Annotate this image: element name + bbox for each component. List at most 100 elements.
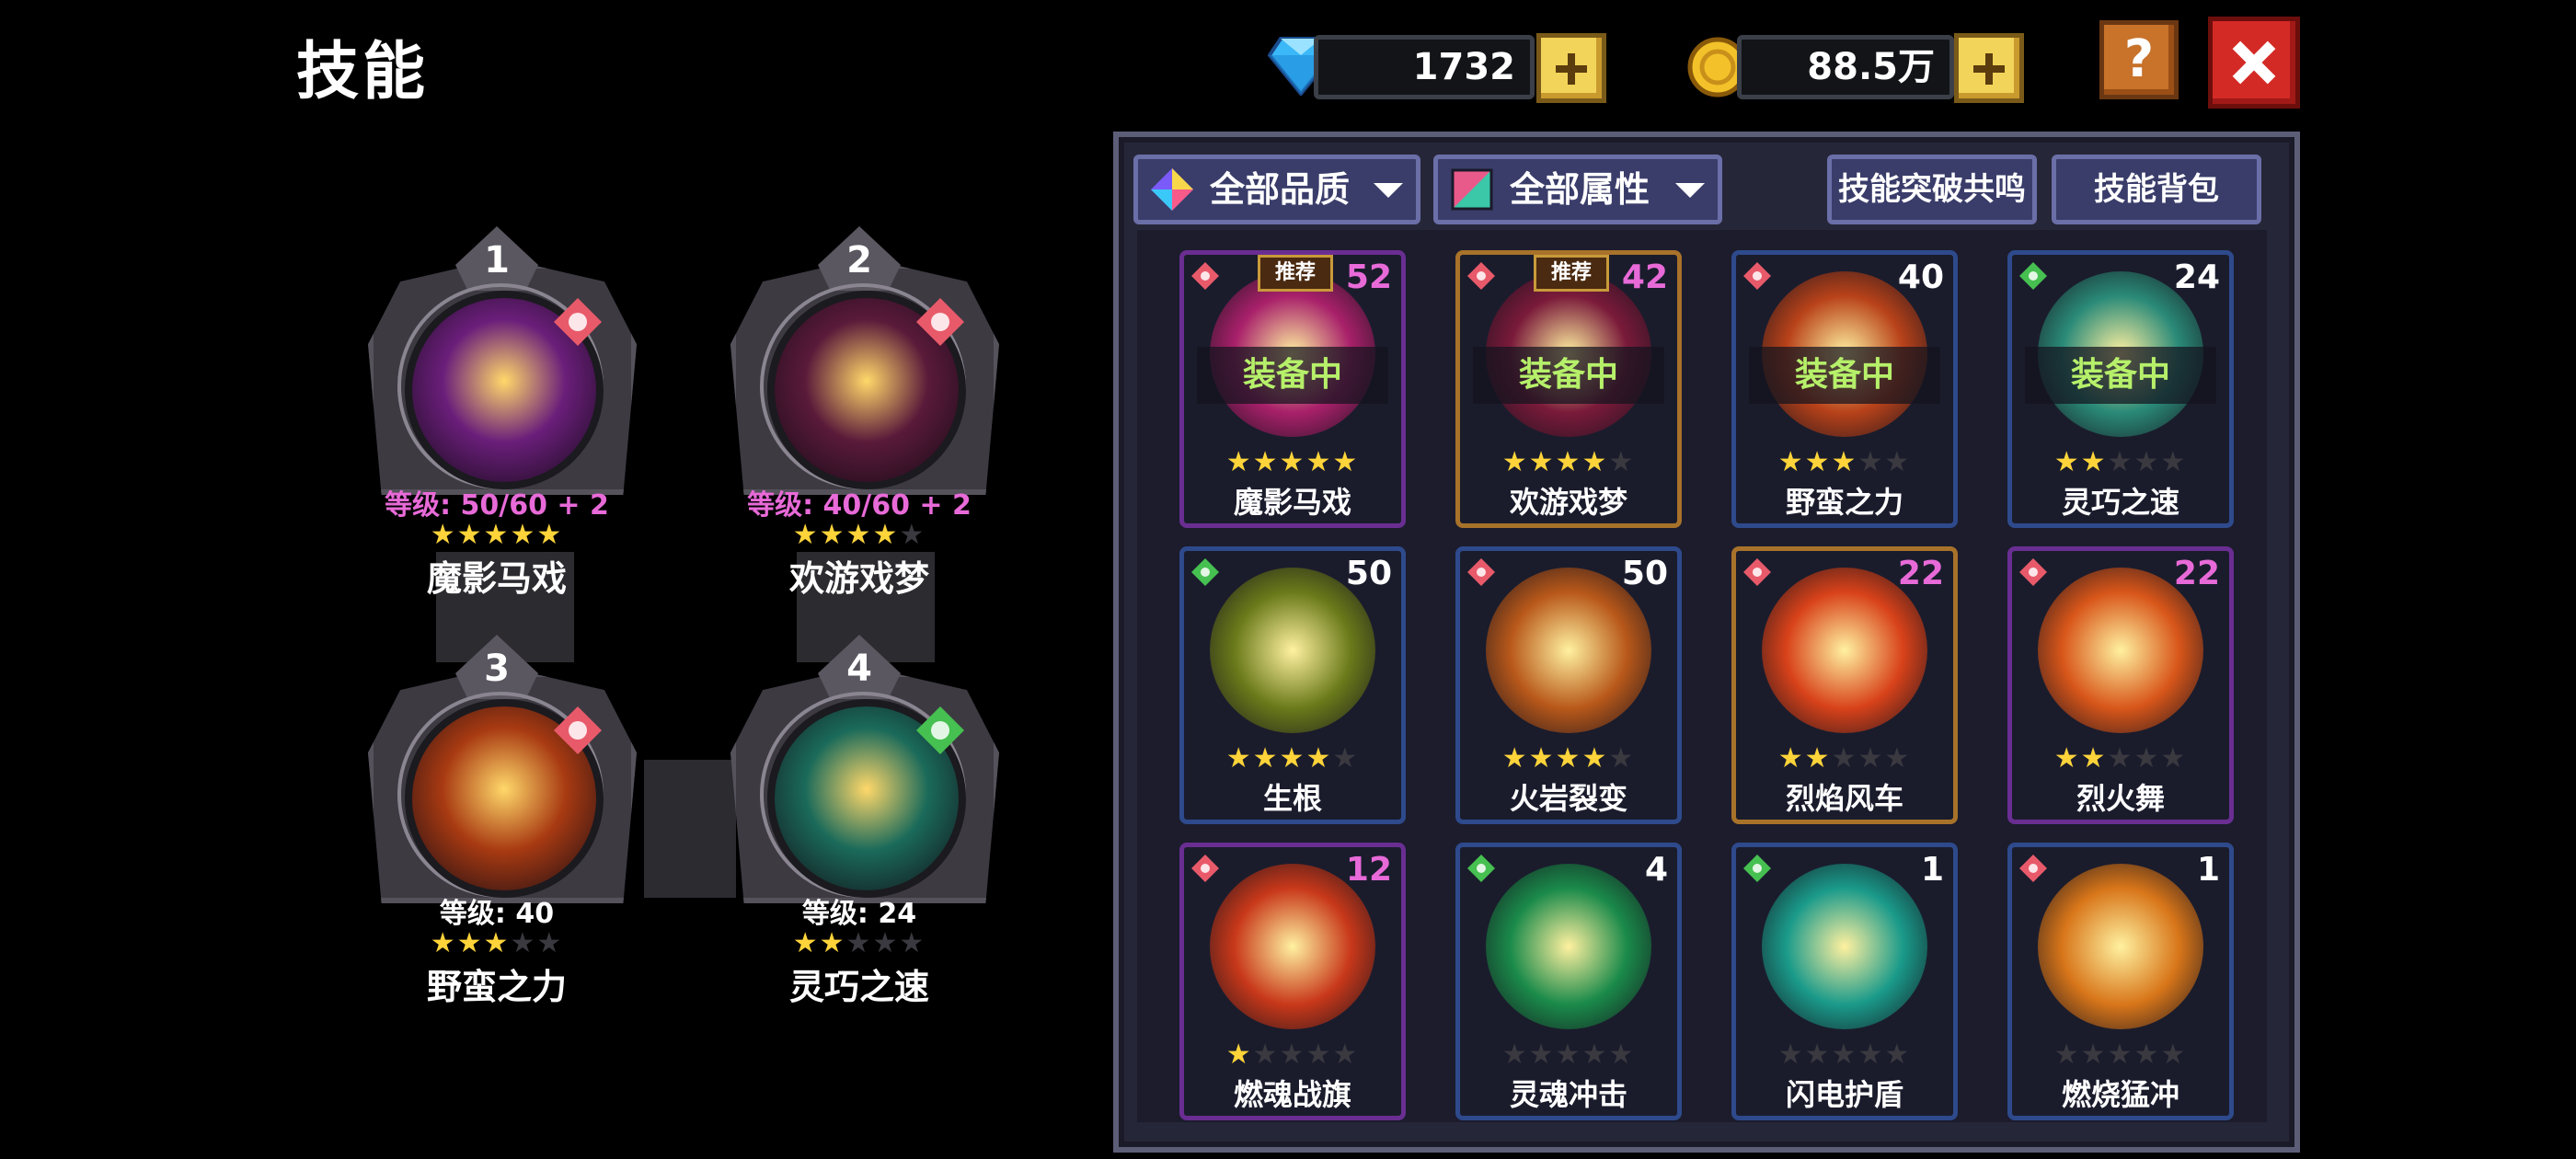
star-filled-icon: ★ (510, 519, 537, 551)
star-empty-icon: ★ (1555, 1039, 1582, 1071)
skill-level: 等级: 40 (439, 898, 555, 930)
star-empty-icon: ★ (1608, 446, 1636, 478)
star-filled-icon: ★ (792, 519, 820, 551)
star-filled-icon: ★ (456, 927, 484, 959)
fire-element-icon (1191, 262, 1219, 290)
close-button[interactable] (2208, 17, 2300, 109)
color-swatch-icon (1451, 168, 1493, 211)
skill-art-icon (2038, 864, 2203, 1029)
star-filled-icon: ★ (456, 519, 484, 551)
skill-card[interactable]: 50 ★★★★★ 生根 (1179, 546, 1406, 824)
skill-name: 欢游戏梦 (788, 558, 929, 599)
help-button[interactable]: ? (2099, 20, 2179, 99)
skill-name: 燃烧猛冲 (2061, 1077, 2179, 1112)
star-empty-icon: ★ (1857, 742, 1885, 775)
star-filled-icon: ★ (1555, 742, 1582, 775)
star-filled-icon: ★ (430, 519, 457, 551)
skill-star-rating: ★★★★★ (2012, 742, 2229, 775)
fire-element-icon (1467, 262, 1495, 290)
star-filled-icon: ★ (2053, 742, 2081, 775)
gem-amount: 1732 (1412, 46, 1515, 88)
skill-art-icon (1762, 568, 1927, 733)
star-empty-icon: ★ (845, 927, 873, 959)
skill-art-icon (1486, 864, 1651, 1029)
skill-star-rating: ★★★★★ (1460, 446, 1677, 478)
skill-card[interactable]: 22 ★★★★★ 烈焰风车 (1731, 546, 1958, 824)
star-filled-icon: ★ (792, 927, 820, 959)
star-filled-icon: ★ (1305, 446, 1333, 478)
skill-name: 欢游戏梦 (1509, 485, 1627, 520)
skill-count: 42 (1621, 258, 1668, 296)
skill-name: 燃魂战旗 (1233, 1077, 1351, 1112)
quality-filter-dropdown[interactable]: 全部品质 (1133, 155, 1420, 224)
skill-star-rating: ★★★★★ (1184, 742, 1401, 775)
star-empty-icon: ★ (2160, 446, 2188, 478)
skill-name: 野蛮之力 (1785, 485, 1903, 520)
star-empty-icon: ★ (1332, 742, 1360, 775)
skill-card[interactable]: 12 ★★★★★ 燃魂战旗 (1179, 843, 1406, 1120)
fire-element-icon (1743, 558, 1771, 586)
star-empty-icon: ★ (536, 927, 564, 959)
equipped-skill-slot[interactable]: 2 等级: 40/60 + 2 ★★★★★ 欢游戏梦 (703, 226, 1016, 599)
skill-count: 50 (1345, 555, 1392, 592)
equipped-skill-slot[interactable]: 3 等级: 40 ★★★★★ 野蛮之力 (340, 635, 653, 1007)
skill-card[interactable]: 50 ★★★★★ 火岩裂变 (1455, 546, 1682, 824)
star-filled-icon: ★ (1252, 446, 1280, 478)
skill-name: 灵巧之速 (788, 967, 929, 1007)
skill-name: 灵魂冲击 (1509, 1077, 1627, 1112)
add-coins-button[interactable] (1954, 33, 2024, 103)
nature-element-icon (1191, 558, 1219, 586)
star-empty-icon: ★ (1581, 1039, 1609, 1071)
star-filled-icon: ★ (1777, 446, 1805, 478)
star-filled-icon: ★ (1501, 742, 1529, 775)
equipped-skill-slot[interactable]: 4 等级: 24 ★★★★★ 灵巧之速 (703, 635, 1016, 1007)
star-filled-icon: ★ (2080, 742, 2108, 775)
skill-star-rating: ★★★★★ (2012, 1039, 2229, 1071)
skill-card[interactable]: 4 ★★★★★ 灵魂冲击 (1455, 843, 1682, 1120)
skill-bag-button[interactable]: 技能背包 (2052, 155, 2261, 224)
star-filled-icon: ★ (483, 519, 511, 551)
star-filled-icon: ★ (2053, 446, 2081, 478)
skill-card[interactable]: 42 推荐 装备中 ★★★★★ 欢游戏梦 (1455, 250, 1682, 528)
star-filled-icon: ★ (1225, 742, 1253, 775)
star-filled-icon: ★ (536, 519, 564, 551)
star-filled-icon: ★ (1279, 446, 1306, 478)
skill-card[interactable]: 1 ★★★★★ 燃烧猛冲 (2007, 843, 2234, 1120)
skill-card[interactable]: 1 ★★★★★ 闪电护盾 (1731, 843, 1958, 1120)
star-filled-icon: ★ (1279, 742, 1306, 775)
skill-count: 50 (1621, 555, 1668, 592)
skill-name: 魔影马戏 (426, 558, 567, 599)
star-empty-icon: ★ (899, 519, 926, 551)
skill-count: 1 (1920, 851, 1944, 889)
star-empty-icon: ★ (1831, 742, 1858, 775)
equipped-skill-slot[interactable]: 1 等级: 50/60 + 2 ★★★★★ 魔影马戏 (340, 226, 653, 599)
page-title: 技能 (296, 36, 430, 109)
skill-card[interactable]: 24 装备中 ★★★★★ 灵巧之速 (2007, 250, 2234, 528)
star-empty-icon: ★ (510, 927, 537, 959)
skill-level: 等级: 24 (801, 898, 917, 930)
skill-star-rating: ★★★★★ (340, 927, 653, 959)
skill-level: 等级: 50/60 + 2 (385, 489, 609, 522)
star-filled-icon: ★ (845, 519, 873, 551)
skill-star-rating: ★★★★★ (1184, 446, 1401, 478)
star-empty-icon: ★ (1857, 1039, 1885, 1071)
fire-element-icon (1467, 558, 1495, 586)
skill-card[interactable]: 52 推荐 装备中 ★★★★★ 魔影马戏 (1179, 250, 1406, 528)
star-empty-icon: ★ (2160, 1039, 2188, 1071)
fire-element-icon (2019, 558, 2047, 586)
chevron-down-icon (1675, 183, 1705, 198)
add-gems-button[interactable] (1536, 33, 1606, 103)
star-empty-icon: ★ (2160, 742, 2188, 775)
skill-card[interactable]: 40 装备中 ★★★★★ 野蛮之力 (1731, 250, 1958, 528)
skill-resonance-button[interactable]: 技能突破共鸣 (1827, 155, 2037, 224)
star-empty-icon: ★ (2107, 1039, 2134, 1071)
skill-card[interactable]: 22 ★★★★★ 烈火舞 (2007, 546, 2234, 824)
attribute-filter-dropdown[interactable]: 全部属性 (1433, 155, 1722, 224)
slot-number: 2 (846, 239, 872, 281)
star-filled-icon: ★ (1555, 446, 1582, 478)
nature-element-icon (2019, 262, 2047, 290)
star-filled-icon: ★ (1581, 446, 1609, 478)
skill-count: 40 (1897, 258, 1944, 296)
skill-star-rating: ★★★★★ (1184, 1039, 1401, 1071)
equipped-label: 装备中 (2025, 347, 2216, 404)
